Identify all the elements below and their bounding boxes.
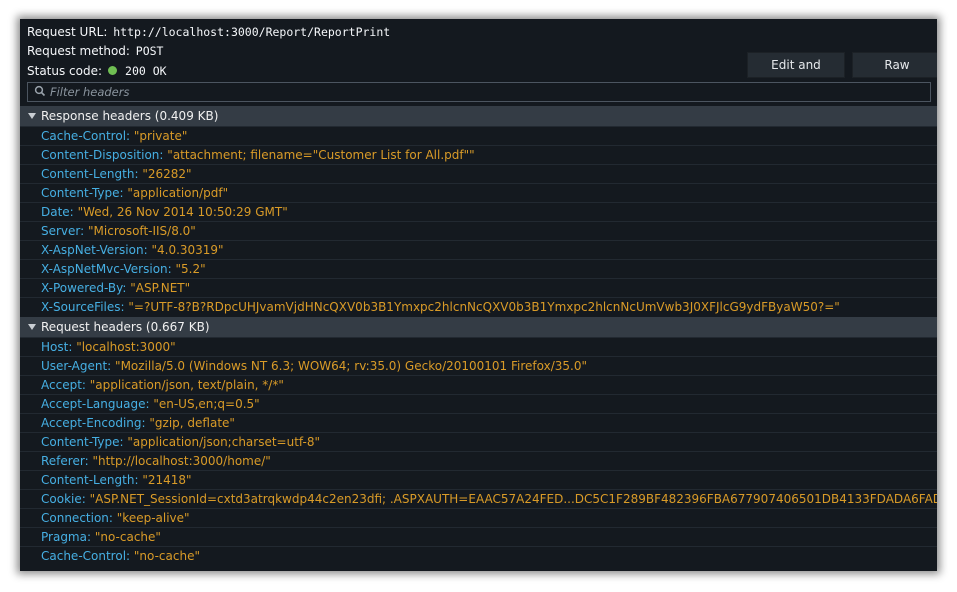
- request-headers-title: Request headers (0.667 KB): [41, 320, 210, 334]
- header-name: Accept-Language:: [41, 397, 150, 411]
- header-row[interactable]: Connection: "keep-alive": [20, 508, 937, 527]
- status-dot-icon: [108, 66, 118, 75]
- header-value: "21418": [142, 473, 192, 487]
- header-name: X-AspNetMvc-Version:: [41, 262, 172, 276]
- header-name: Accept-Encoding:: [41, 416, 146, 430]
- header-row[interactable]: Cache-Control: "private": [20, 126, 937, 145]
- header-name: Host:: [41, 340, 73, 354]
- header-row[interactable]: Cookie: "ASP.NET_SessionId=cxtd3atrqkwdp…: [20, 489, 937, 508]
- request-headers-list: Host: "localhost:3000" User-Agent: "Mozil…: [20, 337, 937, 565]
- header-row[interactable]: X-SourceFiles: "=?UTF-8?B?RDpcUHJvamVjdH…: [20, 297, 937, 316]
- header-row[interactable]: User-Agent: "Mozilla/5.0 (Windows NT 6.3…: [20, 356, 937, 375]
- status-code-row: Status code: 200 OK: [27, 64, 167, 78]
- header-row[interactable]: X-AspNet-Version: "4.0.30319": [20, 240, 937, 259]
- header-name: Date:: [41, 205, 74, 219]
- response-headers-toggle[interactable]: Response headers (0.409 KB): [20, 106, 937, 126]
- header-value: "attachment; filename="Customer List for…: [167, 148, 475, 162]
- header-name: Connection:: [41, 511, 113, 525]
- request-method-label: Request method:: [27, 44, 130, 58]
- header-name: X-Powered-By:: [41, 281, 127, 295]
- header-name: Accept:: [41, 378, 86, 392]
- request-url-value: http://localhost:3000/Report/ReportPrint: [113, 25, 391, 39]
- triangle-down-icon: [28, 324, 36, 330]
- header-row[interactable]: Host: "localhost:3000": [20, 337, 937, 356]
- header-value: "Mozilla/5.0 (Windows NT 6.3; WOW64; rv:…: [115, 359, 587, 373]
- headers-panel: Request URL: http://localhost:3000/Repor…: [20, 19, 937, 571]
- header-row[interactable]: Referer: "http://localhost:3000/home/": [20, 451, 937, 470]
- header-value: "4.0.30319": [151, 243, 224, 257]
- header-row[interactable]: Date: "Wed, 26 Nov 2014 10:50:29 GMT": [20, 202, 937, 221]
- header-name: X-SourceFiles:: [41, 300, 125, 314]
- header-row[interactable]: Content-Type: "application/pdf": [20, 183, 937, 202]
- request-headers-section: Request headers (0.667 KB) Host: "localh…: [20, 317, 937, 565]
- header-name: Cookie:: [41, 492, 86, 506]
- header-row[interactable]: Pragma: "no-cache": [20, 527, 937, 546]
- header-name: Server:: [41, 224, 85, 238]
- edit-and-resend-button[interactable]: Edit and Resend: [747, 52, 845, 96]
- header-name: Cache-Control:: [41, 129, 131, 143]
- header-value: "keep-alive": [116, 511, 190, 525]
- header-value: "5.2": [175, 262, 206, 276]
- header-value: "ASP.NET": [130, 281, 191, 295]
- header-value: "application/pdf": [127, 186, 229, 200]
- header-row[interactable]: Server: "Microsoft-IIS/8.0": [20, 221, 937, 240]
- header-value: "localhost:3000": [76, 340, 176, 354]
- filter-headers-input[interactable]: [50, 83, 910, 101]
- header-name: Content-Length:: [41, 473, 139, 487]
- header-value: "26282": [142, 167, 192, 181]
- header-value: "Microsoft-IIS/8.0": [88, 224, 196, 238]
- header-value: "Wed, 26 Nov 2014 10:50:29 GMT": [77, 205, 288, 219]
- header-row[interactable]: Content-Disposition: "attachment; filena…: [20, 145, 937, 164]
- header-name: User-Agent:: [41, 359, 112, 373]
- status-code-label: Status code:: [27, 64, 103, 78]
- header-value: "application/json, text/plain, */*": [89, 378, 284, 392]
- header-name: Content-Length:: [41, 167, 139, 181]
- request-method-row: Request method: POST: [27, 44, 163, 58]
- header-row[interactable]: X-AspNetMvc-Version: "5.2": [20, 259, 937, 278]
- header-value: "application/json;charset=utf-8": [127, 435, 320, 449]
- header-value: "en-US,en;q=0.5": [153, 397, 260, 411]
- header-value: "http://localhost:3000/home/": [92, 454, 271, 468]
- header-name: Content-Disposition:: [41, 148, 164, 162]
- header-row[interactable]: Content-Length: "21418": [20, 470, 937, 489]
- header-name: X-AspNet-Version:: [41, 243, 148, 257]
- header-row[interactable]: Accept-Language: "en-US,en;q=0.5": [20, 394, 937, 413]
- header-row[interactable]: Accept-Encoding: "gzip, deflate": [20, 413, 937, 432]
- response-headers-title: Response headers (0.409 KB): [41, 109, 219, 123]
- request-headers-toggle[interactable]: Request headers (0.667 KB): [20, 317, 937, 337]
- header-value: "no-cache": [94, 530, 161, 544]
- header-name: Pragma:: [41, 530, 92, 544]
- header-value: "no-cache": [133, 549, 200, 563]
- header-value: "ASP.NET_SessionId=cxtd3atrqkwdp44c2en23…: [89, 492, 937, 506]
- header-name: Content-Type:: [41, 186, 124, 200]
- raw-headers-button[interactable]: Raw headers: [852, 52, 937, 96]
- search-icon: [34, 85, 46, 100]
- request-url-label: Request URL:: [27, 25, 108, 39]
- header-name: Referer:: [41, 454, 89, 468]
- response-headers-section: Response headers (0.409 KB) Cache-Contro…: [20, 106, 937, 316]
- triangle-down-icon: [28, 113, 36, 119]
- header-row[interactable]: Content-Type: "application/json;charset=…: [20, 432, 937, 451]
- request-url-row: Request URL: http://localhost:3000/Repor…: [27, 25, 390, 39]
- header-row[interactable]: X-Powered-By: "ASP.NET": [20, 278, 937, 297]
- filter-headers-box[interactable]: [27, 82, 931, 102]
- response-headers-list: Cache-Control: "private" Content-Disposit…: [20, 126, 937, 316]
- header-row[interactable]: Cache-Control: "no-cache": [20, 546, 937, 565]
- header-row[interactable]: Accept: "application/json, text/plain, *…: [20, 375, 937, 394]
- header-name: Content-Type:: [41, 435, 124, 449]
- request-method-value: POST: [135, 44, 164, 58]
- header-value: "private": [133, 129, 188, 143]
- header-name: Cache-Control:: [41, 549, 131, 563]
- header-row[interactable]: Content-Length: "26282": [20, 164, 937, 183]
- status-code-value: 200 OK: [125, 64, 167, 78]
- header-value: "gzip, deflate": [149, 416, 235, 430]
- header-value: "=?UTF-8?B?RDpcUHJvamVjdHNcQXV0b3B1Ymxpc…: [128, 300, 840, 314]
